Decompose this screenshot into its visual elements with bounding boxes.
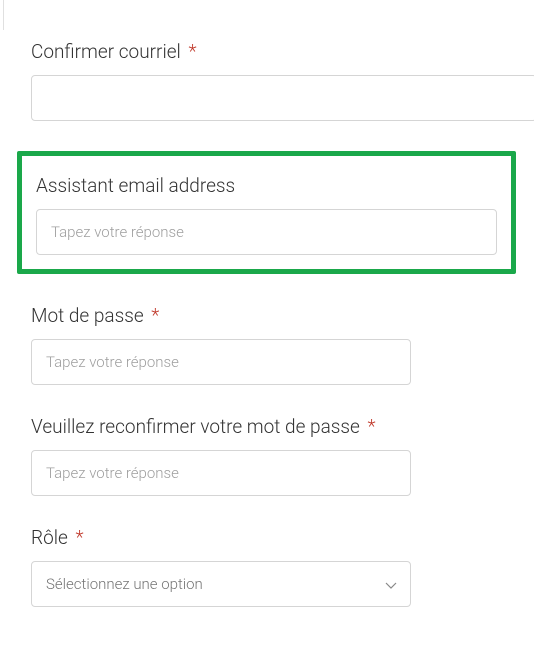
confirm-password-group: Veuillez reconfirmer votre mot de passe … xyxy=(3,415,534,496)
password-label-text: Mot de passe xyxy=(31,304,144,327)
required-asterisk: * xyxy=(368,415,376,438)
confirm-email-input[interactable] xyxy=(31,75,534,121)
assistant-email-input[interactable] xyxy=(36,209,497,255)
vertical-divider xyxy=(3,0,4,30)
password-group: Mot de passe * xyxy=(3,304,534,385)
password-label: Mot de passe * xyxy=(31,304,534,327)
assistant-email-highlight: Assistant email address xyxy=(17,151,516,274)
confirm-password-label: Veuillez reconfirmer votre mot de passe … xyxy=(31,415,534,438)
confirm-password-input[interactable] xyxy=(31,450,411,496)
role-select-wrapper xyxy=(31,561,411,607)
required-asterisk: * xyxy=(188,40,196,63)
required-asterisk: * xyxy=(75,526,83,549)
required-asterisk: * xyxy=(151,304,159,327)
assistant-email-group: Assistant email address xyxy=(36,174,497,255)
confirm-password-label-text: Veuillez reconfirmer votre mot de passe xyxy=(31,415,360,438)
assistant-email-label: Assistant email address xyxy=(36,174,497,197)
assistant-email-label-text: Assistant email address xyxy=(36,174,235,197)
role-label-text: Rôle xyxy=(31,526,68,549)
role-select[interactable] xyxy=(31,561,411,607)
confirm-email-label-text: Confirmer courriel xyxy=(31,40,181,63)
confirm-email-label: Confirmer courriel * xyxy=(31,40,534,63)
password-input[interactable] xyxy=(31,339,411,385)
confirm-email-group: Confirmer courriel * xyxy=(3,40,534,121)
role-label: Rôle * xyxy=(31,526,534,549)
role-group: Rôle * xyxy=(3,526,534,607)
